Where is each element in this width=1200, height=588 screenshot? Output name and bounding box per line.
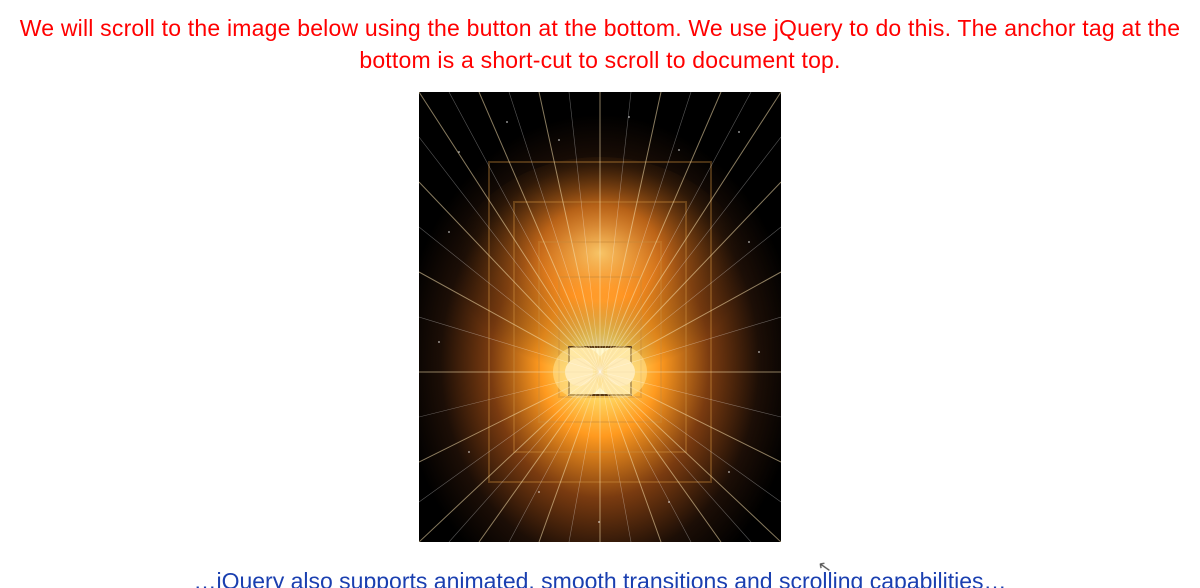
image-container (0, 86, 1200, 561)
page-scroll-area[interactable]: We will scroll to the image below using … (0, 0, 1200, 588)
hero-image (419, 92, 781, 542)
intro-paragraph: We will scroll to the image below using … (0, 0, 1200, 86)
description-link[interactable]: …jQuery also supports animated, smooth t… (0, 561, 1200, 588)
